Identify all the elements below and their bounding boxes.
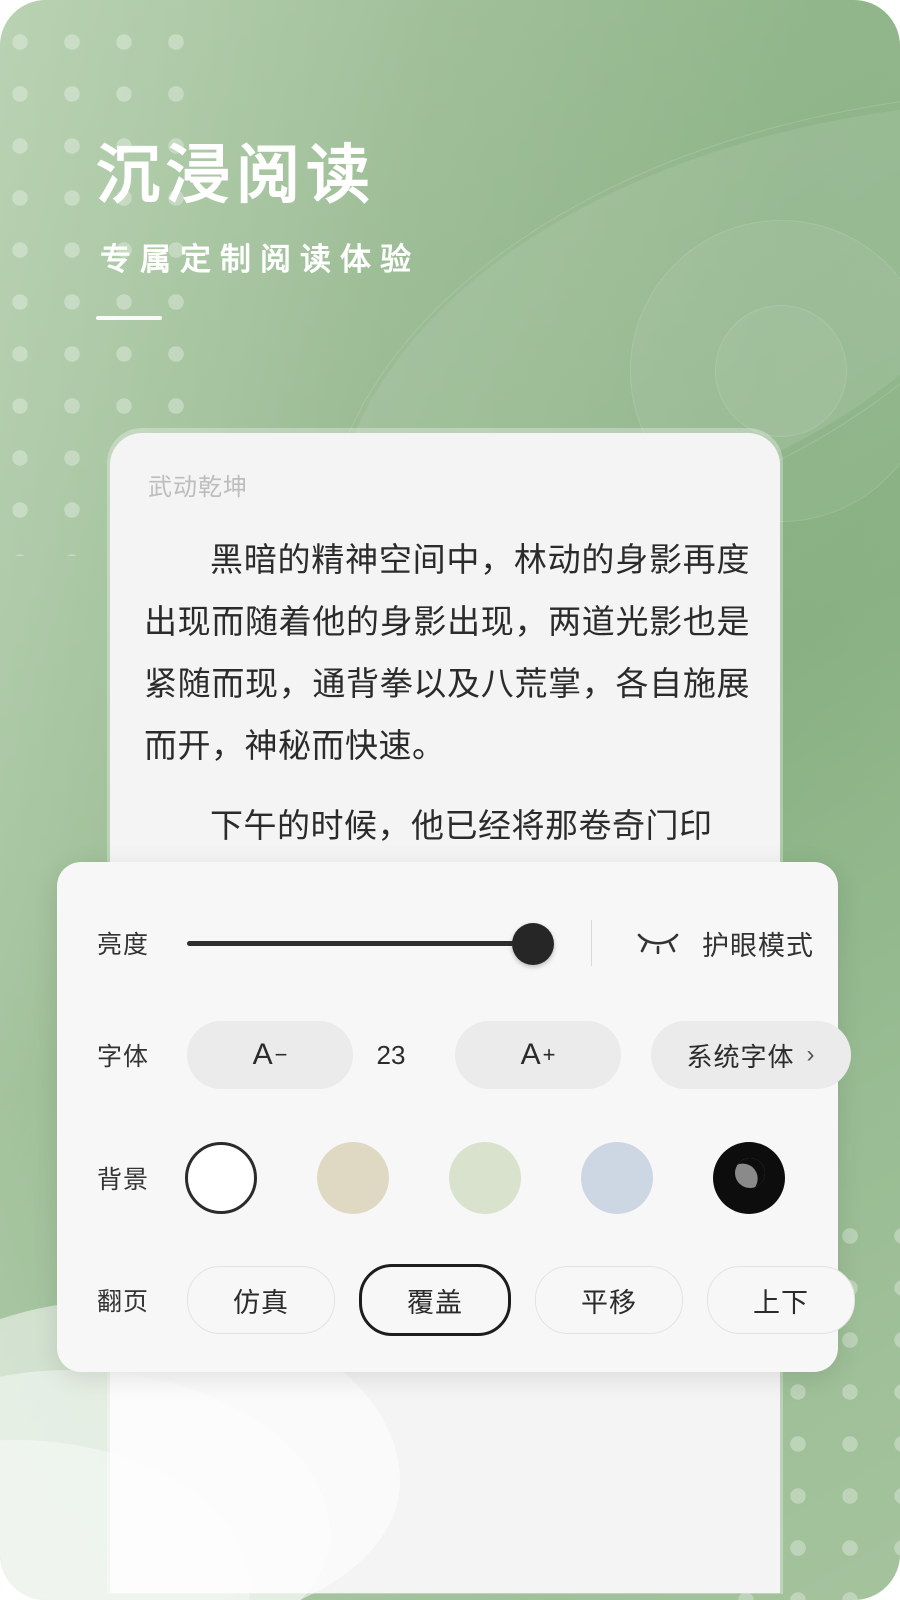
background-row: 背景 [57,1134,838,1222]
page-title: 沉浸阅读 [96,140,376,211]
slider-thumb[interactable] [512,923,554,965]
swatch-circle [713,1142,785,1214]
font-size-value: 23 [376,1039,406,1070]
eye-pupil [715,305,847,437]
background-label: 背景 [97,1166,150,1194]
chevron-right-icon: › [806,1041,816,1068]
page-turn-option-vertical[interactable]: 上下 [707,1266,855,1334]
background-swatch-dark[interactable] [713,1142,785,1214]
page-turn-option-cover[interactable]: 覆盖 [359,1264,511,1336]
header: 沉浸阅读 专属定制阅读体验 [96,138,716,320]
page-turn-option-simulate[interactable]: 仿真 [187,1266,335,1334]
title-underline [96,316,162,320]
swatch-circle [185,1142,257,1214]
font-decrease-letter: A [252,1038,273,1071]
swatch-circle [581,1142,653,1214]
divider [591,920,592,966]
background-swatch-blue[interactable] [581,1142,653,1214]
font-family-button[interactable]: 系统字体 › [651,1021,851,1089]
reader-settings-panel: 亮度 护眼模式 字体 A − 23 A + 系统字体 › 背景 翻页 仿真 覆盖… [57,862,855,1372]
brightness-row: 亮度 护眼模式 [57,894,838,992]
font-family-label: 系统字体 [686,1041,795,1072]
font-increase-button[interactable]: A + [455,1021,621,1089]
closed-eye-icon [636,928,680,959]
page-turn-row: 翻页 仿真 覆盖 平移 上下 [57,1256,855,1344]
font-decrease-button[interactable]: A − [187,1021,353,1089]
page-turn-label: 翻页 [97,1288,150,1316]
background-swatch-green[interactable] [449,1142,521,1214]
eye-care-toggle[interactable]: 护眼模式 [636,924,814,963]
book-title: 武动乾坤 [148,474,248,501]
slider-track[interactable] [187,941,547,946]
font-row: 字体 A − 23 A + 系统字体 › [57,1012,851,1098]
background-swatch-beige[interactable] [317,1142,389,1214]
brightness-slider[interactable] [187,920,554,966]
reader-paragraph: 下午的时候，他已经将那卷奇门印 [210,807,713,844]
eye-care-label: 护眼模式 [702,930,814,961]
brightness-label: 亮度 [97,931,150,959]
swatch-circle [317,1142,389,1214]
font-label: 字体 [97,1043,150,1071]
font-increase-letter: A [520,1038,541,1071]
moon-icon [730,1153,770,1193]
swatch-circle [449,1142,521,1214]
background-swatch-white[interactable] [185,1142,257,1214]
page-subtitle: 专属定制阅读体验 [100,242,420,277]
reader-paragraph: 黑暗的精神空间中，林动的身影再度出现而随着他的身影出现，两道光影也是紧随而现，通… [144,541,750,764]
page-turn-option-slide[interactable]: 平移 [535,1266,683,1334]
app-screen: 沉浸阅读 专属定制阅读体验 武动乾坤 黑暗的精神空间中，林动的身影再度出现而随着… [0,0,900,1600]
